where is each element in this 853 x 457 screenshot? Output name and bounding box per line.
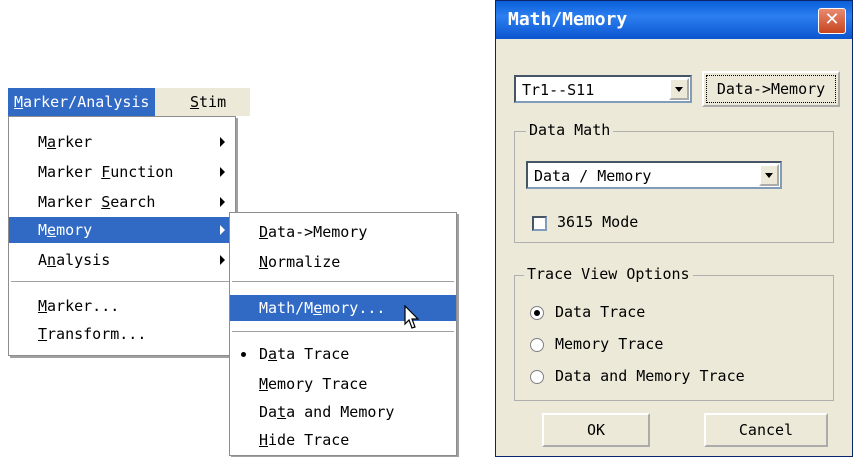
menu-stimulus[interactable]: Stim	[184, 88, 232, 116]
radio-data-trace-label: Data Trace	[555, 303, 646, 321]
submenu-arrow-icon	[220, 137, 225, 147]
radio-memory-trace[interactable]	[530, 338, 544, 352]
menu-marker-analysis[interactable]: Marker/Analysis	[8, 88, 156, 116]
menu-item-marker-dialog[interactable]: Marker...	[9, 293, 235, 319]
math-operation-select[interactable]: Data / Memory	[526, 161, 782, 189]
menu-item-data-and-memory[interactable]: Data and Memory	[230, 399, 456, 425]
math-memory-dialog: Math/Memory ✕ Tr1--S11 Data->Memory Data…	[495, 0, 853, 457]
cancel-button[interactable]: Cancel	[704, 413, 828, 447]
ok-button[interactable]: OK	[542, 413, 650, 447]
dialog-title-bar: Math/Memory ✕	[496, 1, 852, 39]
selected-bullet-icon	[241, 352, 246, 357]
dropdown-arrow-icon[interactable]	[669, 78, 689, 100]
menu-separator	[232, 331, 454, 333]
menu-item-transform[interactable]: Transform...	[9, 321, 235, 347]
memory-submenu: Data->Memory Normalize Math/Memory... Da…	[229, 212, 457, 456]
menu-item-memory-trace[interactable]: Memory Trace	[230, 371, 456, 397]
submenu-arrow-icon	[220, 167, 225, 177]
submenu-arrow-icon	[220, 197, 225, 207]
menu-item-data-trace[interactable]: Data Trace	[230, 341, 456, 367]
data-math-label: Data Math	[526, 121, 614, 139]
menu-item-data-to-memory[interactable]: Data->Memory	[230, 219, 456, 245]
menu-item-normalize[interactable]: Normalize	[230, 249, 456, 275]
marker-analysis-menu: Marker Marker Function Marker Search Mem…	[8, 116, 236, 356]
math-operation-value: Data / Memory	[534, 167, 652, 185]
menu-item-math-memory[interactable]: Math/Memory...	[230, 295, 456, 321]
radio-data-trace[interactable]	[530, 306, 544, 320]
radio-memory-trace-label: Memory Trace	[555, 335, 664, 353]
radio-data-and-memory-trace-label: Data and Memory Trace	[555, 367, 745, 385]
submenu-arrow-icon	[220, 255, 225, 265]
menu-item-marker-function[interactable]: Marker Function	[9, 159, 235, 185]
menu-item-marker[interactable]: Marker	[9, 129, 235, 155]
menu-item-marker-search[interactable]: Marker Search	[9, 189, 235, 215]
radio-data-and-memory-trace[interactable]	[530, 370, 544, 384]
trace-select-value: Tr1--S11	[522, 81, 595, 99]
menu-separator	[11, 281, 233, 283]
data-to-memory-button[interactable]: Data->Memory	[702, 71, 840, 107]
menu-item-memory[interactable]: Memory	[9, 217, 235, 243]
trace-select[interactable]: Tr1--S11	[514, 75, 692, 103]
submenu-arrow-icon	[220, 225, 225, 235]
dialog-title: Math/Memory	[508, 9, 628, 30]
trace-view-label: Trace View Options	[524, 265, 693, 283]
mode-3615-label: 3615 Mode	[557, 213, 639, 231]
close-button[interactable]: ✕	[818, 8, 846, 34]
menu-separator	[232, 281, 454, 283]
menu-item-hide-trace[interactable]: Hide Trace	[230, 427, 456, 453]
mouse-cursor-icon	[404, 305, 420, 329]
dropdown-arrow-icon[interactable]	[759, 164, 779, 186]
mode-3615-checkbox[interactable]	[532, 216, 547, 231]
menu-bar: Marker/Analysis Stim	[8, 88, 250, 116]
menu-item-analysis[interactable]: Analysis	[9, 247, 235, 273]
